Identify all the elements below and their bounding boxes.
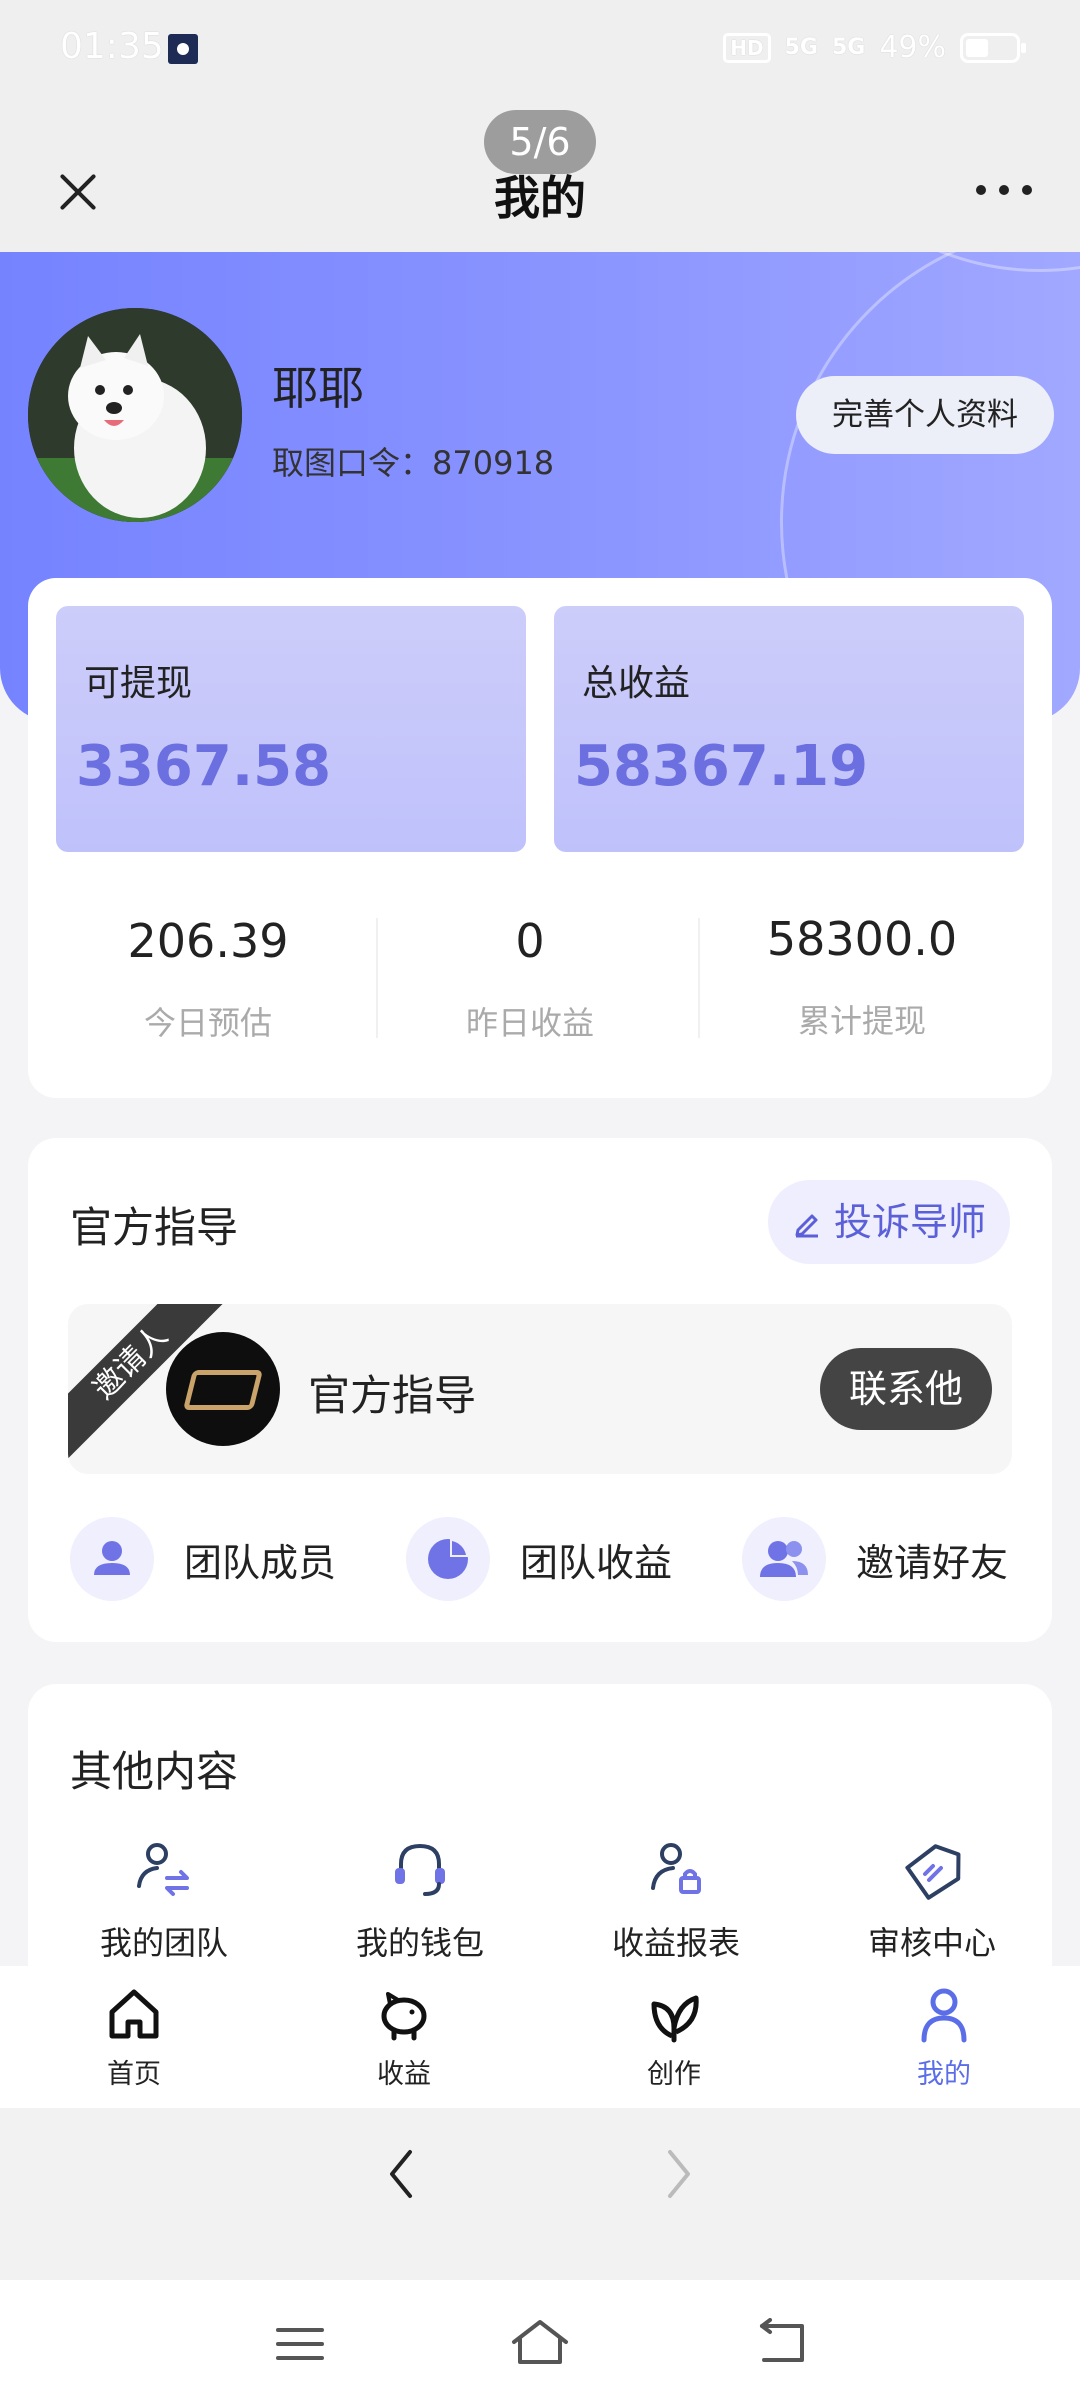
- team-earnings-link[interactable]: 团队收益: [406, 1514, 672, 1604]
- battery-percent: 49%: [879, 30, 946, 65]
- stat-caption: 今日预估: [143, 1004, 272, 1042]
- signal-icon-2: 5G: [831, 35, 866, 60]
- signal-icon-1: 5G: [784, 35, 818, 60]
- earnings-card: 可提现 3367.58 总收益 58367.19 206.39 今日预估 0 昨…: [28, 578, 1052, 1098]
- nav-home[interactable]: 首页: [34, 1984, 234, 2091]
- team-transfer-icon: [137, 1843, 189, 1896]
- divider: [698, 918, 700, 1038]
- stat-value: 206.39: [127, 914, 289, 968]
- back-system-icon[interactable]: [752, 2318, 812, 2368]
- earnings-report-item[interactable]: 收益报表: [556, 1834, 796, 1974]
- my-wallet-item[interactable]: 我的钱包: [300, 1834, 540, 1974]
- bottom-navigation: 首页 收益 创作 我的: [0, 1966, 1080, 2108]
- browser-nav-bar: [0, 2108, 1080, 2280]
- stat-caption: 累计提现: [797, 1002, 926, 1040]
- quick-link-label: 团队成员: [184, 1540, 337, 1585]
- quick-link-label: 团队收益: [520, 1540, 673, 1585]
- stat-cumulative-withdrawal: 58300.0 累计提现: [702, 912, 1022, 1112]
- section-title: 其他内容: [70, 1747, 239, 1796]
- user-lock-icon: [651, 1843, 701, 1894]
- inviter-name: 官方指导: [308, 1371, 477, 1420]
- page-indicator: 5/6: [484, 110, 596, 174]
- grid-label: 收益报表: [611, 1924, 740, 1962]
- system-nav-bar: [0, 2280, 1080, 2408]
- headset-icon: [395, 1843, 445, 1896]
- nav-label-active: 我的: [917, 2059, 971, 2090]
- official-guidance-card: 官方指导 投诉导师 邀请人 官方指导 联系他 团队成员 团队收益 邀请好友: [28, 1138, 1052, 1642]
- inviter-logo: [166, 1332, 280, 1446]
- status-time: 01:35: [60, 26, 164, 67]
- home-icon: [109, 1989, 159, 2039]
- tag-icon: [905, 1844, 961, 1900]
- person-icon: [70, 1517, 154, 1601]
- stat-caption: 昨日收益: [465, 1004, 594, 1042]
- invite-friends-link[interactable]: 邀请好友: [742, 1514, 1008, 1604]
- stat-yesterday: 0 昨日收益: [370, 914, 690, 1114]
- back-arrow-icon[interactable]: [380, 2144, 420, 2204]
- quick-link-label: 邀请好友: [856, 1540, 1009, 1585]
- grid-label: 我的团队: [99, 1924, 228, 1962]
- nav-label: 首页: [107, 2059, 161, 2090]
- avatar[interactable]: [28, 308, 242, 522]
- stat-value: 0: [515, 914, 545, 968]
- complete-profile-button[interactable]: 完善个人资料: [796, 376, 1054, 454]
- withdrawable-box[interactable]: 可提现 3367.58: [56, 606, 526, 852]
- leaf-icon: [651, 1995, 699, 2043]
- samoyed-avatar-image: [28, 308, 242, 522]
- team-members-link[interactable]: 团队成员: [70, 1514, 336, 1604]
- total-earnings-label: 总收益: [582, 663, 691, 704]
- home-system-icon[interactable]: [508, 2316, 572, 2368]
- withdrawable-label: 可提现: [84, 663, 193, 704]
- group-icon: [742, 1517, 826, 1601]
- edit-pen-icon: [792, 1200, 834, 1244]
- grid-label: 审核中心: [867, 1924, 996, 1962]
- menu-icon[interactable]: [272, 2322, 328, 2366]
- more-options-icon[interactable]: [976, 180, 1032, 200]
- contact-button[interactable]: 联系他: [820, 1348, 992, 1430]
- battery-icon: [960, 32, 1026, 63]
- forward-arrow-icon[interactable]: [660, 2144, 700, 2204]
- total-earnings-box[interactable]: 总收益 58367.19: [554, 606, 1024, 852]
- nav-create[interactable]: 创作: [574, 1984, 774, 2091]
- username: 耶耶: [272, 361, 364, 415]
- app-notification-icon: [168, 34, 198, 64]
- grid-label: 我的钱包: [355, 1924, 484, 1962]
- hd-voice-icon: HD: [723, 32, 771, 63]
- complain-mentor-button[interactable]: 投诉导师: [768, 1180, 1010, 1264]
- section-title: 官方指导: [70, 1203, 239, 1252]
- stat-today-estimate: 206.39 今日预估: [48, 914, 368, 1114]
- complain-label: 投诉导师: [834, 1200, 987, 1244]
- profile-icon: [921, 1988, 967, 2043]
- image-code: 取图口令：870918: [272, 444, 555, 482]
- inviter-row: 邀请人 官方指导 联系他: [68, 1304, 1012, 1474]
- nav-earnings[interactable]: 收益: [304, 1984, 504, 2091]
- total-earnings-value: 58367.19: [574, 734, 869, 799]
- withdrawable-value: 3367.58: [76, 734, 332, 799]
- review-center-item[interactable]: 审核中心: [812, 1834, 1052, 1974]
- piggy-bank-icon: [381, 1992, 427, 2041]
- pie-chart-icon: [406, 1517, 490, 1601]
- nav-profile[interactable]: 我的: [844, 1984, 1044, 2091]
- stat-value: 58300.0: [766, 912, 958, 966]
- my-team-item[interactable]: 我的团队: [44, 1834, 284, 1974]
- nav-label: 收益: [377, 2059, 431, 2090]
- nav-label: 创作: [647, 2059, 701, 2090]
- status-indicators: HD 5G 5G 49%: [723, 30, 1026, 65]
